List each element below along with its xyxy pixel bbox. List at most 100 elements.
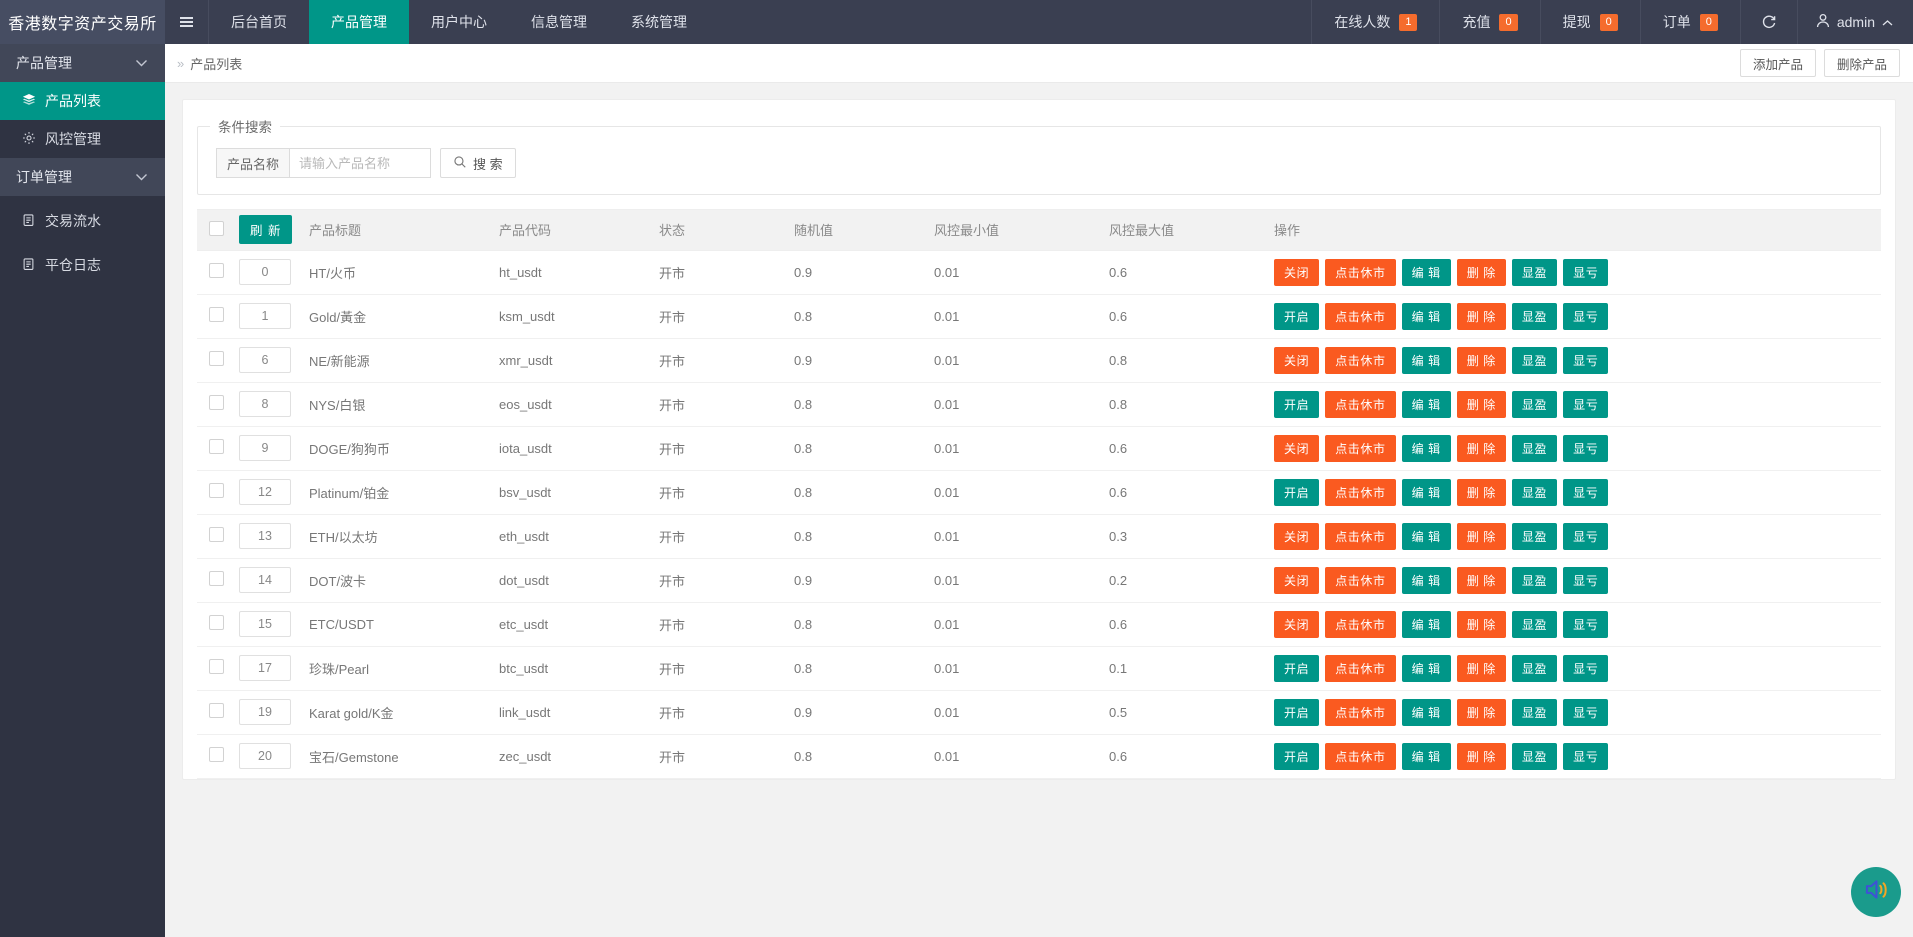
row-checkbox[interactable] <box>209 747 224 762</box>
row-show-loss-button[interactable]: 显亏 <box>1563 523 1608 550</box>
refresh-button[interactable]: 刷 新 <box>239 215 292 244</box>
row-show-loss-button[interactable]: 显亏 <box>1563 699 1608 726</box>
row-edit-button[interactable]: 编 辑 <box>1402 567 1451 594</box>
row-toggle-button[interactable]: 关闭 <box>1274 611 1319 638</box>
row-toggle-button[interactable]: 开启 <box>1274 479 1319 506</box>
row-edit-button[interactable]: 编 辑 <box>1402 435 1451 462</box>
row-show-profit-button[interactable]: 显盈 <box>1512 391 1557 418</box>
row-show-loss-button[interactable]: 显亏 <box>1563 347 1608 374</box>
row-show-profit-button[interactable]: 显盈 <box>1512 303 1557 330</box>
row-pause-button[interactable]: 点击休市 <box>1325 567 1395 594</box>
row-edit-button[interactable]: 编 辑 <box>1402 259 1451 286</box>
sidebar-item-transaction-flow[interactable]: 交易流水 <box>0 202 165 240</box>
row-show-profit-button[interactable]: 显盈 <box>1512 347 1557 374</box>
user-menu[interactable]: admin <box>1797 0 1913 44</box>
delete-product-button[interactable]: 删除产品 <box>1824 49 1900 77</box>
row-edit-button[interactable]: 编 辑 <box>1402 523 1451 550</box>
row-pause-button[interactable]: 点击休市 <box>1325 611 1395 638</box>
row-show-loss-button[interactable]: 显亏 <box>1563 479 1608 506</box>
row-delete-button[interactable]: 删 除 <box>1457 523 1506 550</box>
row-show-loss-button[interactable]: 显亏 <box>1563 303 1608 330</box>
row-show-loss-button[interactable]: 显亏 <box>1563 435 1608 462</box>
row-checkbox[interactable] <box>209 527 224 542</box>
row-delete-button[interactable]: 删 除 <box>1457 435 1506 462</box>
row-pause-button[interactable]: 点击休市 <box>1325 391 1395 418</box>
row-toggle-button[interactable]: 关闭 <box>1274 523 1319 550</box>
select-all-checkbox[interactable] <box>209 221 224 236</box>
row-edit-button[interactable]: 编 辑 <box>1402 699 1451 726</box>
row-edit-button[interactable]: 编 辑 <box>1402 391 1451 418</box>
row-show-loss-button[interactable]: 显亏 <box>1563 391 1608 418</box>
row-show-profit-button[interactable]: 显盈 <box>1512 523 1557 550</box>
row-pause-button[interactable]: 点击休市 <box>1325 259 1395 286</box>
row-checkbox[interactable] <box>209 571 224 586</box>
row-toggle-button[interactable]: 开启 <box>1274 699 1319 726</box>
search-button[interactable]: 搜 索 <box>440 148 516 178</box>
row-checkbox[interactable] <box>209 483 224 498</box>
row-show-loss-button[interactable]: 显亏 <box>1563 611 1608 638</box>
sidebar-group-order-management[interactable]: 订单管理 <box>0 158 165 196</box>
row-pause-button[interactable]: 点击休市 <box>1325 523 1395 550</box>
row-checkbox[interactable] <box>209 439 224 454</box>
row-show-profit-button[interactable]: 显盈 <box>1512 699 1557 726</box>
row-show-loss-button[interactable]: 显亏 <box>1563 655 1608 682</box>
add-product-button[interactable]: 添加产品 <box>1740 49 1816 77</box>
row-checkbox[interactable] <box>209 351 224 366</box>
row-toggle-button[interactable]: 开启 <box>1274 391 1319 418</box>
row-checkbox[interactable] <box>209 703 224 718</box>
row-pause-button[interactable]: 点击休市 <box>1325 303 1395 330</box>
row-edit-button[interactable]: 编 辑 <box>1402 743 1451 770</box>
stat-withdrawals[interactable]: 提现 0 <box>1540 0 1640 44</box>
row-toggle-button[interactable]: 开启 <box>1274 655 1319 682</box>
row-show-profit-button[interactable]: 显盈 <box>1512 743 1557 770</box>
row-show-loss-button[interactable]: 显亏 <box>1563 567 1608 594</box>
nav-tab-product-management[interactable]: 产品管理 <box>309 0 409 44</box>
row-checkbox[interactable] <box>209 659 224 674</box>
row-toggle-button[interactable]: 开启 <box>1274 743 1319 770</box>
row-edit-button[interactable]: 编 辑 <box>1402 655 1451 682</box>
stat-orders[interactable]: 订单 0 <box>1640 0 1740 44</box>
row-pause-button[interactable]: 点击休市 <box>1325 435 1395 462</box>
row-delete-button[interactable]: 删 除 <box>1457 479 1506 506</box>
row-delete-button[interactable]: 删 除 <box>1457 655 1506 682</box>
sidebar-item-product-list[interactable]: 产品列表 <box>0 82 165 120</box>
row-toggle-button[interactable]: 关闭 <box>1274 259 1319 286</box>
hamburger-icon[interactable] <box>165 0 209 44</box>
row-checkbox[interactable] <box>209 263 224 278</box>
row-delete-button[interactable]: 删 除 <box>1457 259 1506 286</box>
nav-tab-home[interactable]: 后台首页 <box>209 0 309 44</box>
row-delete-button[interactable]: 删 除 <box>1457 391 1506 418</box>
row-checkbox[interactable] <box>209 395 224 410</box>
nav-tab-user-center[interactable]: 用户中心 <box>409 0 509 44</box>
stat-deposits[interactable]: 充值 0 <box>1439 0 1539 44</box>
row-pause-button[interactable]: 点击休市 <box>1325 743 1395 770</box>
refresh-icon[interactable] <box>1740 0 1797 44</box>
row-show-profit-button[interactable]: 显盈 <box>1512 611 1557 638</box>
row-edit-button[interactable]: 编 辑 <box>1402 303 1451 330</box>
row-show-profit-button[interactable]: 显盈 <box>1512 259 1557 286</box>
row-show-profit-button[interactable]: 显盈 <box>1512 435 1557 462</box>
row-show-profit-button[interactable]: 显盈 <box>1512 567 1557 594</box>
row-toggle-button[interactable]: 关闭 <box>1274 567 1319 594</box>
row-toggle-button[interactable]: 开启 <box>1274 303 1319 330</box>
nav-tab-info-management[interactable]: 信息管理 <box>509 0 609 44</box>
row-toggle-button[interactable]: 关闭 <box>1274 347 1319 374</box>
row-delete-button[interactable]: 删 除 <box>1457 743 1506 770</box>
row-checkbox[interactable] <box>209 615 224 630</box>
row-pause-button[interactable]: 点击休市 <box>1325 479 1395 506</box>
row-toggle-button[interactable]: 关闭 <box>1274 435 1319 462</box>
row-delete-button[interactable]: 删 除 <box>1457 567 1506 594</box>
row-edit-button[interactable]: 编 辑 <box>1402 479 1451 506</box>
row-delete-button[interactable]: 删 除 <box>1457 347 1506 374</box>
row-pause-button[interactable]: 点击休市 <box>1325 655 1395 682</box>
row-pause-button[interactable]: 点击休市 <box>1325 347 1395 374</box>
row-edit-button[interactable]: 编 辑 <box>1402 347 1451 374</box>
sidebar-group-product-management[interactable]: 产品管理 <box>0 44 165 82</box>
sidebar-item-close-position-log[interactable]: 平仓日志 <box>0 246 165 284</box>
row-pause-button[interactable]: 点击休市 <box>1325 699 1395 726</box>
row-show-profit-button[interactable]: 显盈 <box>1512 479 1557 506</box>
row-delete-button[interactable]: 删 除 <box>1457 699 1506 726</box>
row-show-profit-button[interactable]: 显盈 <box>1512 655 1557 682</box>
sound-toggle-button[interactable] <box>1851 867 1901 917</box>
row-checkbox[interactable] <box>209 307 224 322</box>
